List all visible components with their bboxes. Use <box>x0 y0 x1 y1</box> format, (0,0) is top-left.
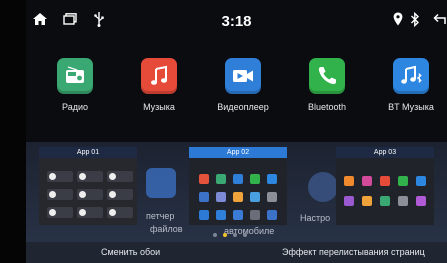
radio-icon <box>57 58 93 94</box>
thumb-app-icon <box>416 176 426 186</box>
card-thumbnail <box>336 158 434 225</box>
card-title: App 02 <box>189 147 287 158</box>
app-label: Радио <box>62 102 88 112</box>
thumb-app-icon <box>199 210 209 220</box>
car-head-unit-screen: 3:18 Радио Музыка Видеоплеер Bluetooth B… <box>0 0 447 263</box>
thumb-app-icon <box>250 174 260 184</box>
thumb-widget <box>77 171 103 182</box>
thumb-app-icon <box>233 174 243 184</box>
thumb-widget <box>47 189 73 200</box>
app-label: Музыка <box>143 102 175 112</box>
thumb-app-icon <box>267 174 277 184</box>
page-dot-active <box>223 233 227 237</box>
thumb-app-icon <box>233 192 243 202</box>
thumb-app-icon <box>267 210 277 220</box>
app-bt-music[interactable]: BT Музыка <box>379 58 443 112</box>
location-pin-icon <box>393 12 403 26</box>
phone-icon <box>309 58 345 94</box>
card-status-strip <box>39 158 137 165</box>
thumb-widget <box>107 207 133 218</box>
file-manager-icon <box>146 168 176 198</box>
bottom-bar: Сменить обои Эффект перелистывания стран… <box>26 242 447 263</box>
thumb-widget <box>47 171 73 182</box>
thumb-app-icon <box>216 210 226 220</box>
app-label: BT Музыка <box>388 102 434 112</box>
thumb-app-icon <box>216 174 226 184</box>
status-bar: 3:18 <box>26 0 447 44</box>
recent-card-app01[interactable]: App 01 <box>39 147 137 225</box>
thumb-widget <box>77 189 103 200</box>
app-label: Bluetooth <box>307 102 347 112</box>
page-dot <box>243 233 247 237</box>
back-icon[interactable] <box>433 13 447 25</box>
recent-apps-panel: петчер файлов Настро автомобиле App 01 A <box>26 142 447 242</box>
settings-icon <box>308 172 338 202</box>
settings-label: Настро <box>300 213 331 223</box>
change-wallpaper-button[interactable]: Сменить обои <box>101 242 160 263</box>
thumb-widget <box>77 207 103 218</box>
app-bluetooth[interactable]: Bluetooth <box>295 58 359 112</box>
card-title: App 03 <box>336 147 434 158</box>
page-dot <box>213 233 217 237</box>
file-manager-label-line1: петчер <box>146 211 175 221</box>
recent-card-app03[interactable]: App 03 <box>336 147 434 225</box>
thumb-app-icon <box>233 210 243 220</box>
file-manager-label-line2: файлов <box>150 224 183 234</box>
clock: 3:18 <box>221 13 252 30</box>
thumb-app-icon <box>344 196 354 206</box>
thumb-widget <box>107 171 133 182</box>
thumb-widget <box>47 207 73 218</box>
app-video-player[interactable]: Видеоплеер <box>211 58 275 112</box>
car-label: автомобиле <box>224 226 275 236</box>
thumb-app-icon <box>380 196 390 206</box>
app-radio[interactable]: Радио <box>43 58 107 112</box>
thumb-app-icon <box>398 176 408 186</box>
recent-card-app02[interactable]: App 02 <box>189 147 287 225</box>
thumb-app-icon <box>344 176 354 186</box>
card-thumbnail <box>189 158 287 225</box>
card-title: App 01 <box>39 147 137 158</box>
thumb-app-icon <box>380 176 390 186</box>
app-music[interactable]: Музыка <box>127 58 191 112</box>
thumb-app-icon <box>199 192 209 202</box>
page-dot <box>233 233 237 237</box>
card-thumbnail <box>39 158 137 225</box>
screen-bezel <box>0 0 26 263</box>
thumb-app-icon <box>398 196 408 206</box>
app-icon-row: Радио Музыка Видеоплеер Bluetooth BT Муз… <box>26 58 447 122</box>
thumb-app-icon <box>216 192 226 202</box>
thumb-app-icon <box>199 174 209 184</box>
page-scroll-effect-button[interactable]: Эффект перелистывания страниц <box>282 242 425 263</box>
app-label: Видеоплеер <box>217 102 269 112</box>
thumb-widget <box>107 189 133 200</box>
bluetooth-music-icon <box>393 58 429 94</box>
bluetooth-icon <box>411 12 420 27</box>
thumb-app-icon <box>362 176 372 186</box>
thumb-app-icon <box>250 210 260 220</box>
video-camera-icon <box>225 58 261 94</box>
music-note-icon <box>141 58 177 94</box>
thumb-app-icon <box>416 196 426 206</box>
thumb-app-icon <box>250 192 260 202</box>
thumb-app-icon <box>267 192 277 202</box>
thumb-app-icon <box>362 196 372 206</box>
